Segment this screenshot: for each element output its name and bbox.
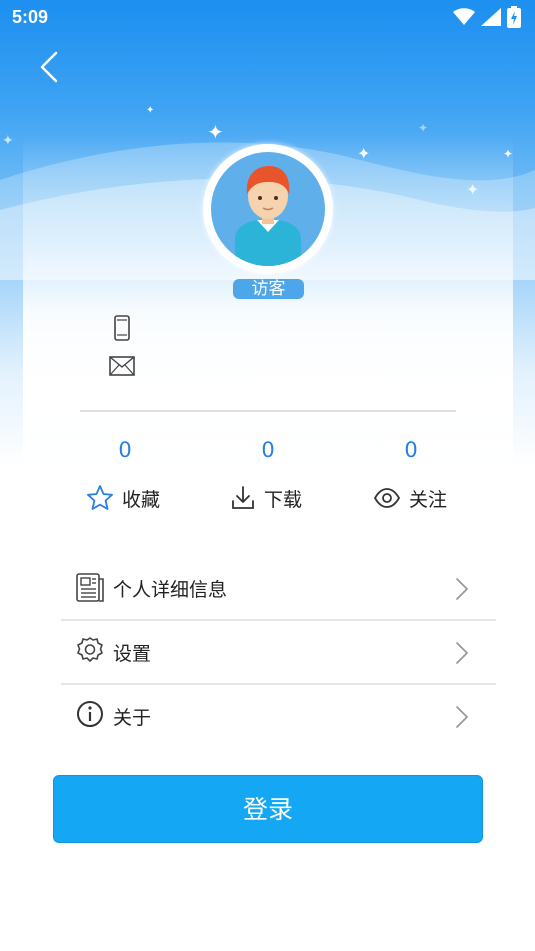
sparkle-icon: ✦: [503, 147, 514, 161]
status-icons: [453, 6, 521, 28]
downloads-label: 下载: [264, 488, 303, 511]
menu-item-profile-details[interactable]: 个人详细信息: [61, 557, 496, 619]
avatar[interactable]: [203, 144, 333, 274]
sparkle-icon: ✦: [2, 133, 14, 149]
status-time: 5:09: [12, 7, 49, 27]
favorites-button[interactable]: 收藏: [86, 484, 160, 512]
status-bar: 5:09: [0, 0, 535, 36]
menu-item-about[interactable]: 关于: [61, 685, 496, 747]
sparkle-icon: ✦: [418, 121, 429, 135]
mail-icon: [109, 356, 135, 376]
gear-icon: [77, 637, 103, 662]
profile-divider: [80, 410, 456, 412]
sparkle-icon: ✦: [357, 144, 371, 163]
follows-button[interactable]: 关注: [373, 484, 447, 512]
eye-icon: [373, 488, 401, 508]
downloads-count: 0: [261, 438, 275, 462]
info-icon: [77, 701, 103, 727]
phone-icon: [114, 315, 130, 341]
person-avatar-icon: [235, 166, 301, 266]
sparkle-icon: ✦: [146, 105, 155, 116]
avatar-image: [211, 152, 325, 266]
sparkle-icon: ✦: [207, 120, 224, 144]
download-icon: [232, 486, 254, 509]
profile-card-icon: [76, 573, 104, 602]
menu-item-label: 个人详细信息: [113, 579, 228, 601]
favorites-label: 收藏: [122, 488, 161, 511]
sparkle-icon: ✦: [466, 180, 480, 199]
battery-icon: [507, 6, 521, 28]
chevron-right-icon: [456, 706, 468, 728]
chevron-right-icon: [456, 578, 468, 600]
back-arrow-icon[interactable]: [36, 50, 66, 84]
login-button[interactable]: 登录: [53, 775, 483, 843]
wifi-icon: [453, 8, 475, 25]
star-icon: [87, 485, 113, 510]
favorites-count: 0: [118, 438, 132, 462]
follows-count: 0: [404, 438, 418, 462]
follows-label: 关注: [409, 488, 448, 511]
chevron-right-icon: [456, 642, 468, 664]
signal-icon: [481, 8, 501, 26]
menu-item-label: 关于: [113, 707, 152, 729]
guest-badge: 访客: [233, 279, 304, 299]
menu-item-label: 设置: [113, 643, 152, 665]
menu-item-settings[interactable]: 设置: [61, 621, 496, 683]
downloads-button[interactable]: 下载: [230, 484, 302, 512]
